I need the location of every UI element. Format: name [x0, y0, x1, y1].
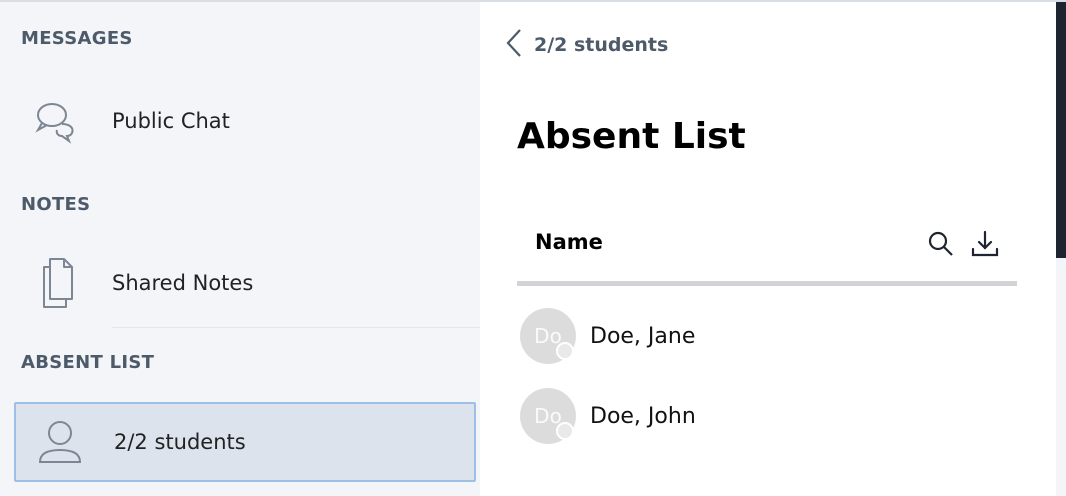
page-title: Absent List	[517, 116, 746, 157]
avatar: Do	[520, 308, 576, 364]
scrollbar-track[interactable]	[1056, 258, 1066, 496]
sidebar: MESSAGES Public Chat NOTES Shared Notes …	[0, 2, 480, 496]
avatar: Do	[520, 388, 576, 444]
chat-bubbles-icon	[30, 93, 86, 149]
download-icon[interactable]	[969, 228, 1001, 260]
section-title-messages: MESSAGES	[21, 28, 133, 49]
status-dot	[556, 342, 574, 360]
search-icon[interactable]	[925, 228, 957, 260]
sidebar-item-label: Public Chat	[112, 109, 230, 133]
section-title-absent-list: ABSENT LIST	[21, 352, 155, 373]
column-header-name: Name	[535, 230, 603, 254]
back-button[interactable]: 2/2 students	[506, 28, 669, 62]
student-name: Doe, John	[590, 403, 696, 429]
section-title-notes: NOTES	[21, 194, 91, 215]
table-row[interactable]: Do Doe, John	[520, 388, 1020, 444]
chevron-left-icon	[506, 28, 522, 62]
sidebar-item-shared-notes[interactable]: Shared Notes	[14, 246, 476, 320]
sidebar-item-label: 2/2 students	[114, 430, 246, 454]
sidebar-item-label: Shared Notes	[112, 271, 254, 295]
scrollbar-thumb[interactable]	[1056, 2, 1066, 258]
divider	[112, 327, 480, 328]
status-dot	[556, 422, 574, 440]
table-header: Name	[517, 218, 1017, 286]
documents-icon	[30, 255, 86, 311]
student-name: Doe, Jane	[590, 323, 696, 349]
table-row[interactable]: Do Doe, Jane	[520, 308, 1020, 364]
user-icon	[32, 414, 88, 470]
back-label: 2/2 students	[534, 34, 669, 56]
sidebar-item-public-chat[interactable]: Public Chat	[14, 84, 476, 158]
main-panel: 2/2 students Absent List Name Do Doe, Ja…	[480, 2, 1056, 496]
sidebar-item-absent-list[interactable]: 2/2 students	[14, 402, 476, 482]
